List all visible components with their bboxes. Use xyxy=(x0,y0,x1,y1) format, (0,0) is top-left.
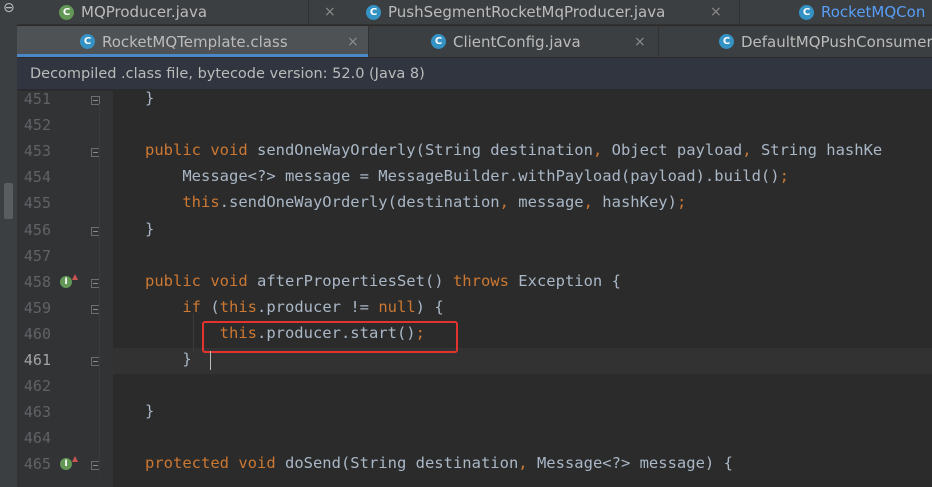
code-token: } xyxy=(145,89,155,107)
code-line[interactable]: public void afterPropertiesSet() throws … xyxy=(145,272,621,290)
active-tab-indicator xyxy=(17,54,368,57)
java-class-icon: C xyxy=(80,34,95,49)
code-token: } xyxy=(145,350,192,368)
tab-clientconfig[interactable]: C ClientConfig.java × xyxy=(369,26,659,57)
line-number: 452 xyxy=(23,116,51,135)
line-number: 460 xyxy=(23,324,51,343)
line-number: 459 xyxy=(23,298,51,317)
tab-rocketmqtemplate[interactable]: C RocketMQTemplate.class × xyxy=(17,26,369,57)
close-icon[interactable]: × xyxy=(634,34,646,50)
code-token: Message<?> message = MessageBuilder.with… xyxy=(145,167,780,186)
code-token: Object payload xyxy=(611,141,743,160)
keyword-token: public void xyxy=(145,271,257,290)
editor-tabs-row-1: C MQProducer.java × C PushSegmentRocketM… xyxy=(17,0,932,25)
code-line[interactable]: public void sendOneWayOrderly(String des… xyxy=(145,141,882,159)
close-icon[interactable]: × xyxy=(324,4,336,20)
tab-pushsegmentrocketmqproducer[interactable]: C PushSegmentRocketMqProducer.java × xyxy=(350,0,740,24)
java-class-icon: C xyxy=(366,4,381,20)
line-number: 456 xyxy=(23,220,51,239)
close-icon[interactable]: × xyxy=(347,34,359,50)
keyword-token: protected void xyxy=(145,454,285,473)
code-line[interactable]: if (this.producer != null) { xyxy=(145,297,444,316)
keyword-token: null xyxy=(378,297,416,316)
keyword-token: if xyxy=(182,297,211,316)
code-token: } xyxy=(145,402,155,421)
code-token: String hashKe xyxy=(760,141,883,160)
keyword-token: throws xyxy=(452,271,519,290)
tab-label: RocketMQCon xyxy=(821,3,926,21)
tab-label: DefaultMQPushConsumer xyxy=(741,32,932,51)
code-token: doSend(String destination xyxy=(284,454,519,473)
text-cursor xyxy=(210,351,211,370)
close-icon[interactable]: × xyxy=(710,4,722,20)
code-token: message xyxy=(518,193,584,212)
keyword-token: , xyxy=(583,193,603,212)
left-tool-strip: ⊖ xyxy=(0,0,18,487)
implements-method-icon[interactable]: I xyxy=(60,273,78,288)
line-number: 453 xyxy=(23,142,51,161)
keyword-token: ; xyxy=(676,193,687,212)
tab-label: RocketMQTemplate.class xyxy=(102,32,288,51)
code-line[interactable]: } xyxy=(145,89,154,107)
keyword-token: public void xyxy=(145,141,257,160)
line-number: 454 xyxy=(23,168,51,187)
tab-label: ClientConfig.java xyxy=(453,32,581,51)
tab-label: MQProducer.java xyxy=(81,3,208,21)
java-class-icon: C xyxy=(799,4,814,20)
code-token: Message<?> message) { xyxy=(536,454,733,473)
line-number: 458 xyxy=(23,272,51,291)
java-class-icon: C xyxy=(59,4,74,20)
java-class-icon: C xyxy=(719,34,734,49)
tab-rocketmqconfig[interactable]: C RocketMQCon xyxy=(779,0,932,24)
keyword-token: this xyxy=(182,193,220,212)
tab-defaultmqpushconsumer[interactable]: C DefaultMQPushConsumer xyxy=(659,26,932,57)
code-line[interactable]: Message<?> message = MessageBuilder.with… xyxy=(145,167,789,185)
keyword-token: , xyxy=(518,454,537,473)
tool-strip-scroll-thumb[interactable] xyxy=(4,183,13,219)
code-line[interactable]: this.sendOneWayOrderly(destination, mess… xyxy=(145,193,686,211)
code-line[interactable]: } xyxy=(145,220,154,238)
highlighted-statement-box xyxy=(202,321,458,353)
code-line[interactable]: } xyxy=(145,350,192,368)
code-line[interactable]: } xyxy=(145,402,154,420)
tab-label: PushSegmentRocketMqProducer.java xyxy=(388,3,666,21)
line-number: 455 xyxy=(23,194,51,213)
code-token: } xyxy=(145,219,155,238)
keyword-token: ; xyxy=(779,167,789,186)
line-number: 461 xyxy=(23,351,51,369)
decompiled-info-banner: Decompiled .class file, bytecode version… xyxy=(17,58,932,90)
keyword-token: , xyxy=(592,141,612,160)
indent-guide xyxy=(99,104,100,474)
code-token: Exception { xyxy=(518,271,621,290)
line-number: 451 xyxy=(23,90,51,108)
line-number: 462 xyxy=(23,377,51,396)
java-class-icon: C xyxy=(431,34,446,49)
line-number: 464 xyxy=(23,429,51,448)
code-token: .producer != xyxy=(257,297,379,316)
code-token: hashKey) xyxy=(602,193,677,212)
collapse-icon[interactable]: ⊖ xyxy=(3,0,15,16)
code-token: ( xyxy=(210,297,220,316)
keyword-token: this xyxy=(219,297,257,316)
line-number: 465 xyxy=(23,455,51,474)
code-token: afterPropertiesSet() xyxy=(256,271,453,290)
code-token: ) { xyxy=(415,297,444,316)
line-number: 457 xyxy=(23,246,51,265)
line-number: 463 xyxy=(23,403,51,422)
keyword-token: , xyxy=(742,141,761,160)
code-token: sendOneWayOrderly(String destination xyxy=(256,141,593,160)
code-line[interactable]: protected void doSend(String destination… xyxy=(145,454,733,472)
editor-tabs-row-2: C RocketMQTemplate.class × C ClientConfi… xyxy=(17,26,932,57)
keyword-token: , xyxy=(499,193,519,212)
indent-guide xyxy=(193,313,194,353)
tab-mqproducer[interactable]: C MQProducer.java × xyxy=(59,0,336,24)
code-editor[interactable]: 451} 452 453 public void sendOneWayOrderly(… xyxy=(17,89,932,487)
code-token: .sendOneWayOrderly(destination xyxy=(219,193,500,212)
